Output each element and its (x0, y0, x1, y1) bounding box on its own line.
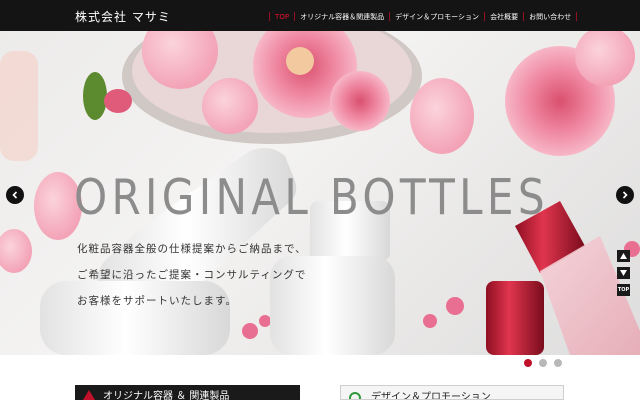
nav-item-design-promotion[interactable]: デザイン＆プロモーション (391, 12, 483, 22)
hero-title: ORIGINAL BOTTLES (74, 169, 549, 226)
chevron-right-icon (622, 191, 628, 199)
hero-slider: ORIGINAL BOTTLES 化粧品容器全般の仕様提案からご納品まで、 ご希… (0, 31, 640, 355)
circle-mark-icon (349, 392, 361, 399)
nav-item-company[interactable]: 会社概要 (486, 12, 522, 22)
hero-copy-line: ご希望に沿ったご提案・コンサルティングで (77, 269, 307, 281)
triangle-down-icon (620, 270, 627, 276)
scroll-up-button[interactable] (617, 250, 630, 262)
slider-prev-button[interactable] (6, 186, 24, 204)
nav-item-top[interactable]: TOP (271, 12, 293, 22)
slider-pagination (524, 359, 562, 367)
hero-copy-line: 化粧品容器全般の仕様提案からご納品まで、 (77, 243, 307, 255)
hero-copy: 化粧品容器全般の仕様提案からご納品まで、 ご希望に沿ったご提案・コンサルティング… (77, 236, 307, 314)
triangle-up-icon (620, 253, 627, 259)
site-header: 株式会社 マサミ | TOP | オリジナル容器＆関連製品 | デザイン＆プロモ… (0, 0, 640, 31)
main-nav: | TOP | オリジナル容器＆関連製品 | デザイン＆プロモーション | 会社… (268, 12, 578, 22)
back-to-top-button[interactable]: TOP (617, 284, 630, 296)
hero-copy-line: お客様をサポートいたします。 (77, 295, 237, 307)
banner-label: デザイン＆プロモーション (371, 392, 491, 400)
slider-dot[interactable] (539, 359, 547, 367)
nav-item-original-containers[interactable]: オリジナル容器＆関連製品 (296, 12, 388, 22)
company-logo[interactable]: 株式会社 マサミ (75, 8, 171, 25)
chevron-left-icon (12, 191, 18, 199)
nav-item-contact[interactable]: お問い合わせ (525, 12, 575, 22)
original-containers-banner[interactable]: オリジナル容器 ＆ 関連製品 (75, 385, 300, 400)
slider-dot[interactable] (554, 359, 562, 367)
slider-next-button[interactable] (616, 186, 634, 204)
slider-dot[interactable] (524, 359, 532, 367)
triangle-mark-icon (83, 390, 95, 400)
design-promotion-banner[interactable]: デザイン＆プロモーション (340, 385, 564, 400)
banner-label: オリジナル容器 ＆ 関連製品 (103, 391, 230, 400)
nav-separator: | (575, 12, 579, 22)
scroll-down-button[interactable] (617, 267, 630, 279)
